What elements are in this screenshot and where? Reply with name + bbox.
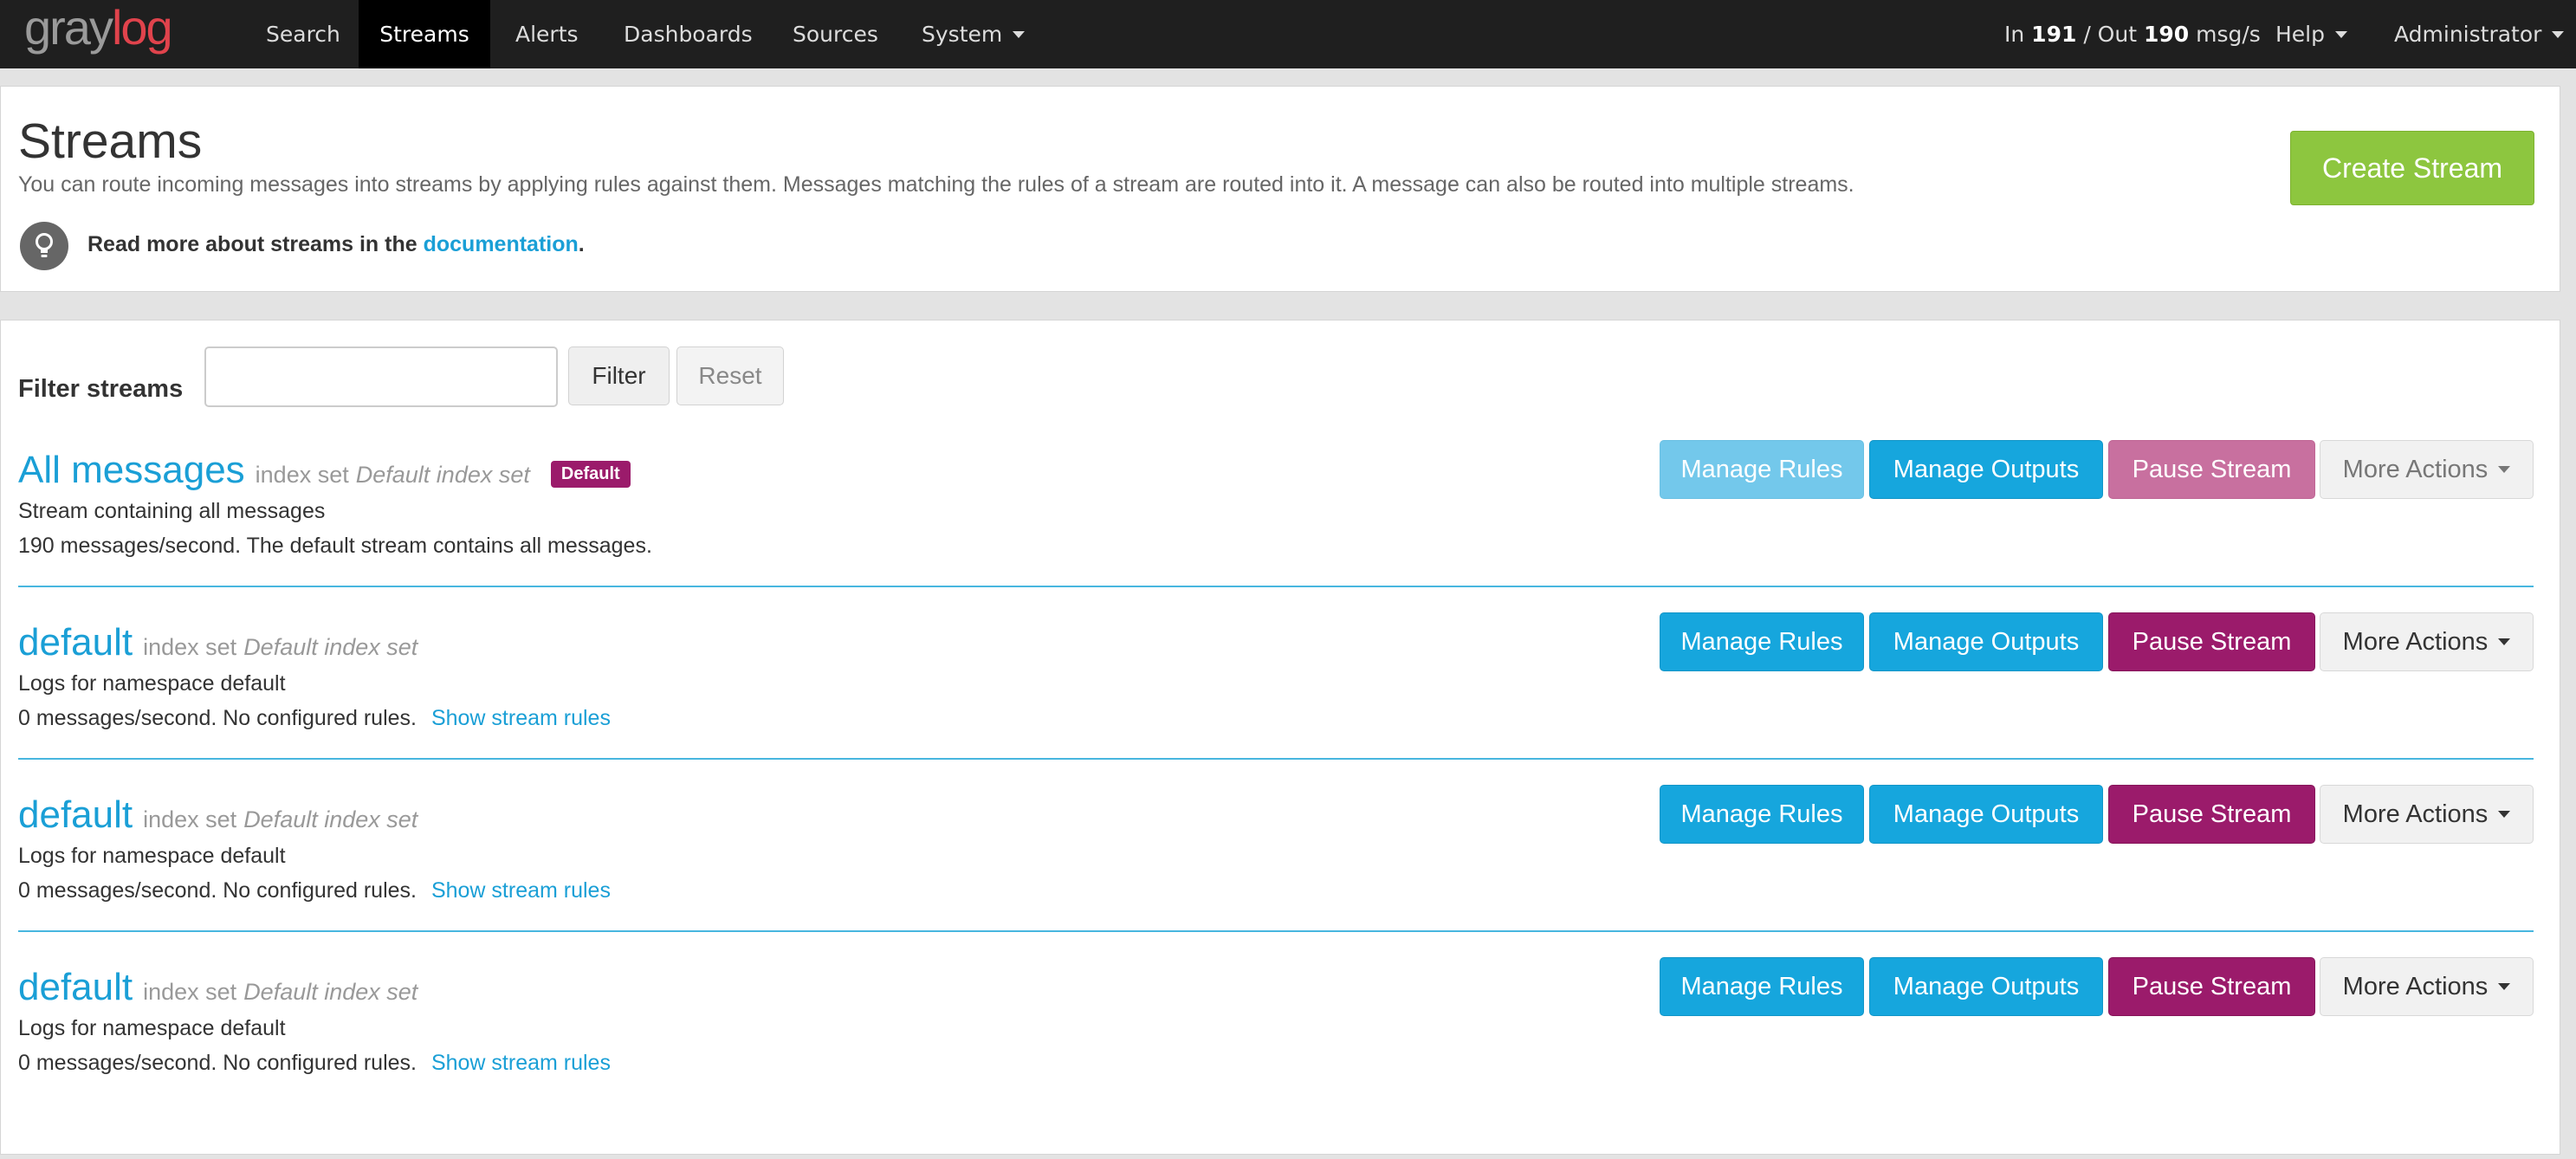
manage-outputs-button[interactable]: Manage Outputs [1869,612,2103,671]
more-actions-button[interactable]: More Actions [2320,957,2534,1016]
stream-stats: 0 messages/second. No configured rules. … [18,1051,611,1076]
index-set-name: Default index set [355,462,530,488]
manage-outputs-button[interactable]: Manage Outputs [1869,957,2103,1016]
throughput-separator: / Out [2083,22,2138,47]
chevron-down-icon [2335,30,2347,38]
index-set-label: index set [143,979,237,1005]
chevron-down-icon [1013,30,1026,38]
chevron-down-icon [2498,638,2511,645]
pause-stream-button[interactable]: Pause Stream [2108,612,2315,671]
stream-throughput-text: 0 messages/second. No configured rules. [18,1051,417,1075]
more-actions-label: More Actions [2342,800,2489,828]
show-stream-rules-link[interactable]: Show stream rules [431,706,611,730]
stream-stats: 0 messages/second. No configured rules. … [18,706,611,731]
logo-text-gray: gray [24,0,113,55]
documentation-link[interactable]: documentation [424,232,579,256]
graylog-logo[interactable]: gray log [24,0,173,55]
stream-stats: 0 messages/second. No configured rules. … [18,878,611,903]
manage-outputs-button[interactable]: Manage Outputs [1869,785,2103,844]
nav-sources[interactable]: Sources [793,0,878,68]
stream-throughput-text: 0 messages/second. No configured rules. [18,706,417,730]
index-set-name: Default index set [243,979,418,1005]
index-set-name: Default index set [243,806,418,832]
filter-streams-input[interactable] [204,346,558,407]
default-badge: Default [550,460,631,488]
docs-hint-suffix: . [578,232,585,256]
more-actions-button[interactable]: More Actions [2320,440,2534,499]
throughput-unit: msg/s [2196,22,2261,47]
show-stream-rules-link[interactable]: Show stream rules [431,878,611,903]
stream-row: default index set Default index set Logs… [18,957,2534,1104]
page-title: Streams [18,113,203,169]
more-actions-label: More Actions [2342,972,2489,1000]
stream-title-link[interactable]: default [18,966,133,1009]
page-description: You can route incoming messages into str… [18,172,1854,197]
more-actions-label: More Actions [2342,627,2489,656]
more-actions-button[interactable]: More Actions [2320,785,2534,844]
stream-throughput-text: 0 messages/second. No configured rules. [18,878,417,903]
nav-alerts[interactable]: Alerts [515,0,579,68]
nav-user-menu[interactable]: Administrator [2394,0,2565,68]
stream-heading: default index set Default index set [18,966,417,1016]
nav-dashboards[interactable]: Dashboards [624,0,753,68]
chevron-down-icon [2498,811,2511,818]
index-set-name: Default index set [243,634,418,660]
docs-hint: Read more about streams in the documenta… [87,232,585,257]
stream-description: Logs for namespace default [18,671,286,696]
top-navbar: gray log Search Streams Alerts Dashboards… [0,0,2576,68]
chevron-down-icon [2498,983,2511,990]
filter-button[interactable]: Filter [568,346,670,405]
stream-description: Stream containing all messages [18,499,326,523]
stream-title-link[interactable]: default [18,621,133,664]
pause-stream-button[interactable]: Pause Stream [2108,785,2315,844]
manage-rules-button[interactable]: Manage Rules [1660,612,1864,671]
manage-rules-button[interactable]: Manage Rules [1660,440,1864,499]
throughput-in-value: 191 [2031,22,2077,47]
stream-title-link[interactable]: All messages [18,449,245,492]
lightbulb-icon [20,222,68,270]
filter-streams-label: Filter streams [18,374,184,403]
index-set-label: index set [255,462,349,488]
create-stream-button[interactable]: Create Stream [2290,131,2534,205]
manage-rules-button[interactable]: Manage Rules [1660,957,1864,1016]
manage-rules-button[interactable]: Manage Rules [1660,785,1864,844]
logo-text-red: log [111,0,173,55]
stream-heading: All messages index set Default index set… [18,449,631,499]
stream-row: default index set Default index set Logs… [18,612,2534,760]
stream-list-panel: Filter streams Filter Reset All messages… [0,320,2560,1155]
stream-description: Logs for namespace default [18,1016,286,1040]
nav-search[interactable]: Search [266,0,340,68]
stream-throughput-text: 190 messages/second. The default stream … [18,534,652,558]
stream-heading: default index set Default index set [18,793,417,844]
stream-title-link[interactable]: default [18,793,133,837]
stream-stats: 190 messages/second. The default stream … [18,534,652,559]
stream-row: All messages index set Default index set… [18,440,2534,587]
page-header-panel: Streams You can route incoming messages … [0,86,2560,292]
nav-system-label: System [922,22,1003,47]
stream-heading: default index set Default index set [18,621,417,671]
throughput-in-label: In [2004,22,2025,47]
nav-help-label: Help [2275,22,2325,47]
throughput-out-value: 190 [2143,22,2190,47]
nav-help[interactable]: Help [2275,0,2347,68]
pause-stream-button[interactable]: Pause Stream [2108,957,2315,1016]
more-actions-button[interactable]: More Actions [2320,612,2534,671]
more-actions-label: More Actions [2342,455,2489,483]
reset-button[interactable]: Reset [676,346,784,405]
chevron-down-icon [2552,30,2565,38]
manage-outputs-button[interactable]: Manage Outputs [1869,440,2103,499]
index-set-label: index set [143,806,237,832]
nav-streams[interactable]: Streams [359,0,490,68]
pause-stream-button[interactable]: Pause Stream [2108,440,2315,499]
show-stream-rules-link[interactable]: Show stream rules [431,1051,611,1075]
nav-system[interactable]: System [922,0,1026,68]
throughput-indicator: In 191 / Out 190 msg/s [2004,0,2261,68]
nav-user-label: Administrator [2394,22,2542,47]
index-set-label: index set [143,634,237,660]
chevron-down-icon [2498,466,2511,473]
stream-description: Logs for namespace default [18,844,286,868]
stream-row: default index set Default index set Logs… [18,785,2534,932]
docs-hint-prefix: Read more about streams in the [87,232,417,256]
